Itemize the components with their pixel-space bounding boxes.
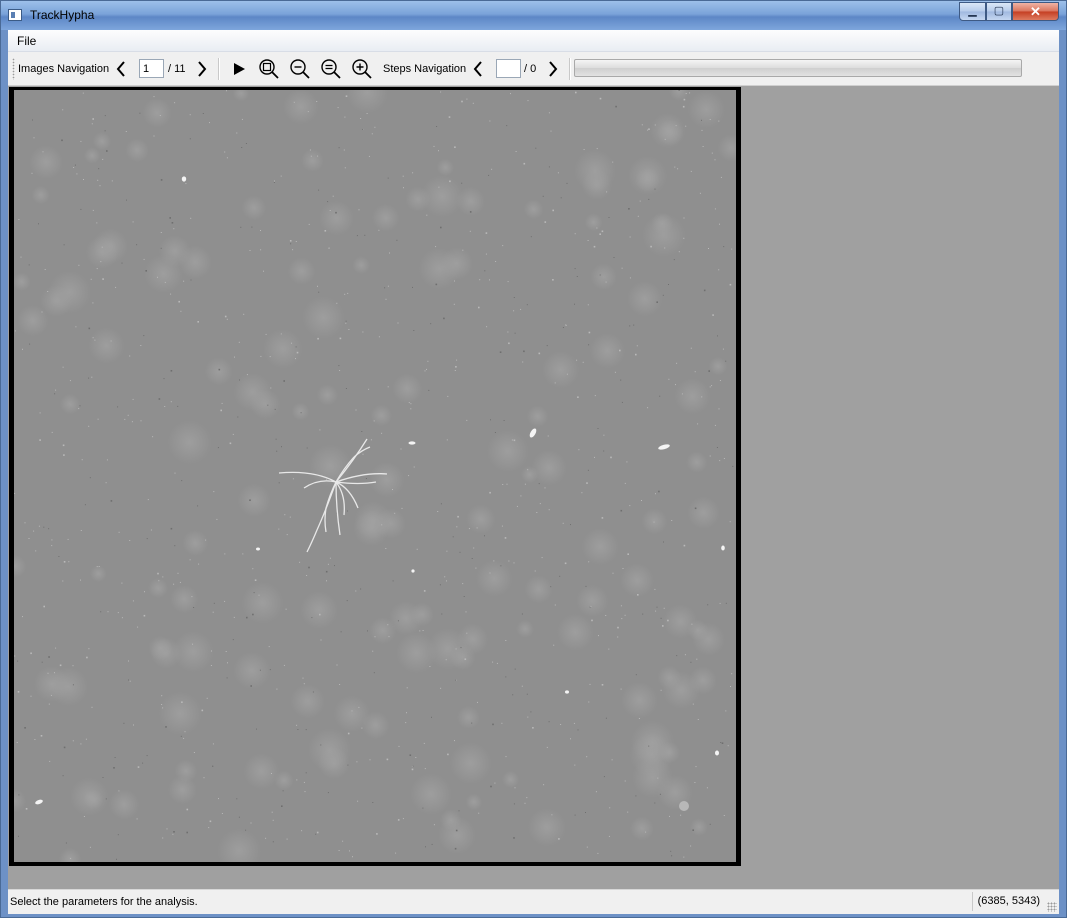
cursor-coordinates: (6385, 5343)	[972, 892, 1044, 911]
next-step-button[interactable]	[544, 58, 562, 80]
application-window: TrackHypha ▁ ▢ ✕ File Images Navigation …	[0, 0, 1067, 918]
step-index-input[interactable]	[496, 59, 521, 78]
zoom-fit-icon	[259, 59, 279, 79]
image-frame	[9, 87, 741, 866]
toolbar-separator	[218, 58, 220, 80]
app-icon[interactable]	[8, 9, 22, 21]
play-icon	[234, 63, 245, 75]
chevron-right-icon	[198, 61, 207, 77]
progress-bar	[574, 59, 1022, 77]
zoom-in-icon	[352, 59, 372, 79]
microscopy-image[interactable]	[14, 90, 736, 862]
menu-bar: File	[8, 30, 1059, 52]
zoom-fit-button[interactable]	[257, 57, 281, 81]
toolbar-separator	[569, 58, 571, 80]
next-image-button[interactable]	[193, 58, 211, 80]
maximize-button[interactable]: ▢	[986, 2, 1012, 21]
toolbar-grip[interactable]	[12, 58, 15, 80]
zoom-reset-button[interactable]	[319, 57, 343, 81]
window-title: TrackHypha	[30, 8, 95, 22]
hypha-image-canvas	[14, 90, 736, 862]
steps-navigation-label: Steps Navigation	[383, 63, 467, 75]
image-total-label: / 11	[168, 63, 186, 75]
image-index-input[interactable]	[139, 59, 164, 78]
client-area: File Images Navigation / 11	[8, 30, 1059, 914]
menu-file[interactable]: File	[17, 34, 36, 48]
chevron-left-icon	[473, 61, 482, 77]
toolbar: Images Navigation / 11	[8, 52, 1059, 86]
play-button[interactable]	[227, 57, 251, 81]
minimize-button[interactable]: ▁	[959, 2, 986, 21]
status-bar: Select the parameters for the analysis. …	[8, 889, 1059, 914]
status-message: Select the parameters for the analysis.	[10, 896, 198, 908]
title-bar[interactable]: TrackHypha ▁ ▢ ✕	[1, 1, 1066, 30]
chevron-right-icon	[549, 61, 558, 77]
resize-grip[interactable]	[1047, 902, 1057, 912]
zoom-out-button[interactable]	[288, 57, 312, 81]
zoom-out-icon	[290, 59, 310, 79]
prev-image-button[interactable]	[112, 58, 130, 80]
step-total-label: / 0	[524, 63, 537, 75]
chevron-left-icon	[116, 61, 125, 77]
images-navigation-label: Images Navigation	[18, 63, 110, 75]
zoom-in-button[interactable]	[350, 57, 374, 81]
close-button[interactable]: ✕	[1012, 2, 1059, 21]
image-viewport[interactable]	[8, 86, 1059, 889]
zoom-reset-icon	[321, 59, 341, 79]
prev-step-button[interactable]	[469, 58, 487, 80]
